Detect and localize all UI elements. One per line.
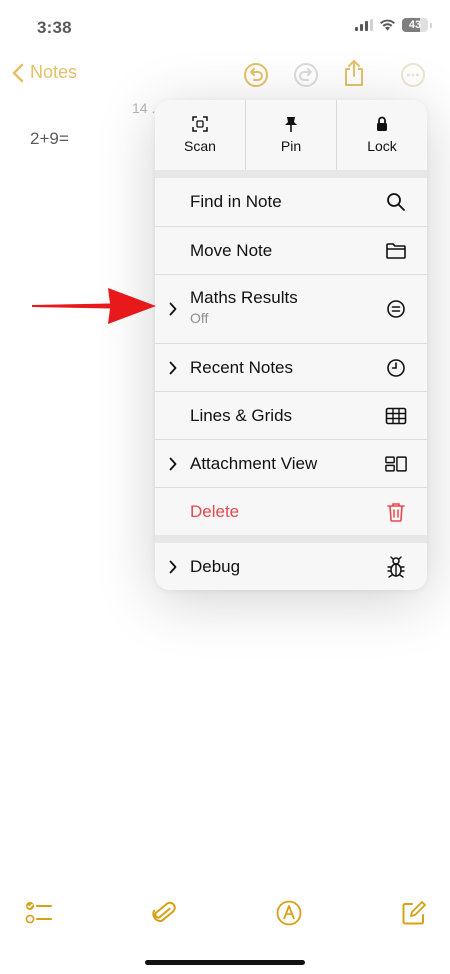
menu-item-label: Attachment View — [190, 453, 318, 473]
lock-label: Lock — [367, 138, 397, 154]
menu-item-label: Lines & Grids — [190, 405, 293, 425]
grid-icon — [385, 405, 407, 427]
more-menu: Scan Pin Lock Find in Note Move Note Mat… — [155, 100, 427, 590]
folder-icon — [385, 240, 407, 262]
wifi-icon — [380, 19, 395, 31]
lock-button[interactable]: Lock — [336, 100, 427, 170]
chevron-right-icon — [169, 361, 189, 375]
pin-button[interactable]: Pin — [245, 100, 336, 170]
chevron-left-icon — [12, 63, 24, 82]
home-indicator[interactable] — [145, 960, 305, 965]
menu-item-label: Delete — [190, 501, 240, 521]
menu-item-label: Maths Results — [190, 288, 298, 307]
annotation-arrow-icon — [32, 288, 156, 324]
attachment-view-icon — [385, 453, 407, 475]
chevron-right-icon — [169, 560, 189, 574]
compose-button[interactable] — [399, 898, 429, 928]
checklist-icon — [25, 902, 52, 924]
menu-item-label: Move Note — [190, 240, 273, 260]
status-icons: 43 — [355, 18, 432, 32]
share-icon — [345, 60, 363, 86]
menu-item-move-note[interactable]: Move Note — [155, 227, 427, 274]
battery-icon: 43 — [402, 18, 428, 32]
chevron-right-icon — [169, 457, 189, 471]
menu-item-label-group: Maths Results Off — [190, 288, 298, 326]
menu-quick-actions: Scan Pin Lock — [155, 100, 427, 170]
battery-level: 43 — [408, 19, 422, 31]
share-button[interactable] — [341, 60, 367, 86]
clock-icon — [385, 357, 407, 379]
menu-item-delete[interactable]: Delete — [155, 488, 427, 535]
more-icon — [401, 63, 425, 87]
menu-item-label: Find in Note — [190, 192, 282, 211]
menu-item-attachment-view[interactable]: Attachment View — [155, 440, 427, 487]
status-time: 3:38 — [37, 18, 72, 37]
pin-icon — [285, 117, 297, 132]
menu-item-sublabel: Off — [190, 310, 209, 326]
note-body[interactable]: 2+9= — [30, 129, 69, 149]
redo-icon — [294, 63, 318, 87]
more-button[interactable] — [400, 62, 426, 88]
paperclip-icon — [152, 901, 176, 922]
bug-icon — [385, 555, 407, 578]
menu-item-label: Recent Notes — [190, 357, 293, 377]
menu-item-label: Debug — [190, 556, 241, 576]
scan-label: Scan — [184, 138, 216, 154]
attachment-button[interactable] — [149, 898, 179, 928]
scan-icon — [192, 116, 208, 132]
compose-icon — [402, 901, 426, 925]
menu-section-divider — [155, 170, 427, 178]
note-date: 14 . — [132, 100, 156, 116]
menu-item-debug[interactable]: Debug — [155, 543, 427, 590]
undo-button[interactable] — [243, 62, 269, 88]
pen-tip-icon — [276, 900, 302, 926]
menu-item-lines-grids[interactable]: Lines & Grids — [155, 392, 427, 439]
menu-item-recent-notes[interactable]: Recent Notes — [155, 344, 427, 391]
scan-button[interactable]: Scan — [155, 100, 245, 170]
battery-cap — [430, 22, 432, 28]
chevron-right-icon — [169, 302, 189, 316]
menu-section-divider — [155, 535, 427, 543]
menu-item-find-in-note[interactable]: Find in Note — [155, 178, 427, 226]
lock-icon — [377, 116, 387, 131]
back-button[interactable]: Notes — [12, 62, 77, 83]
pin-label: Pin — [280, 138, 302, 154]
signal-icon — [355, 19, 373, 31]
redo-button[interactable] — [293, 62, 319, 88]
markup-button[interactable] — [274, 898, 304, 928]
undo-icon — [244, 63, 268, 87]
checklist-button[interactable] — [24, 898, 54, 928]
equals-circle-icon — [385, 298, 407, 320]
menu-item-maths-results[interactable]: Maths Results Off — [155, 275, 427, 343]
trash-icon — [385, 501, 407, 523]
back-label: Notes — [30, 62, 78, 82]
search-icon — [385, 191, 407, 213]
